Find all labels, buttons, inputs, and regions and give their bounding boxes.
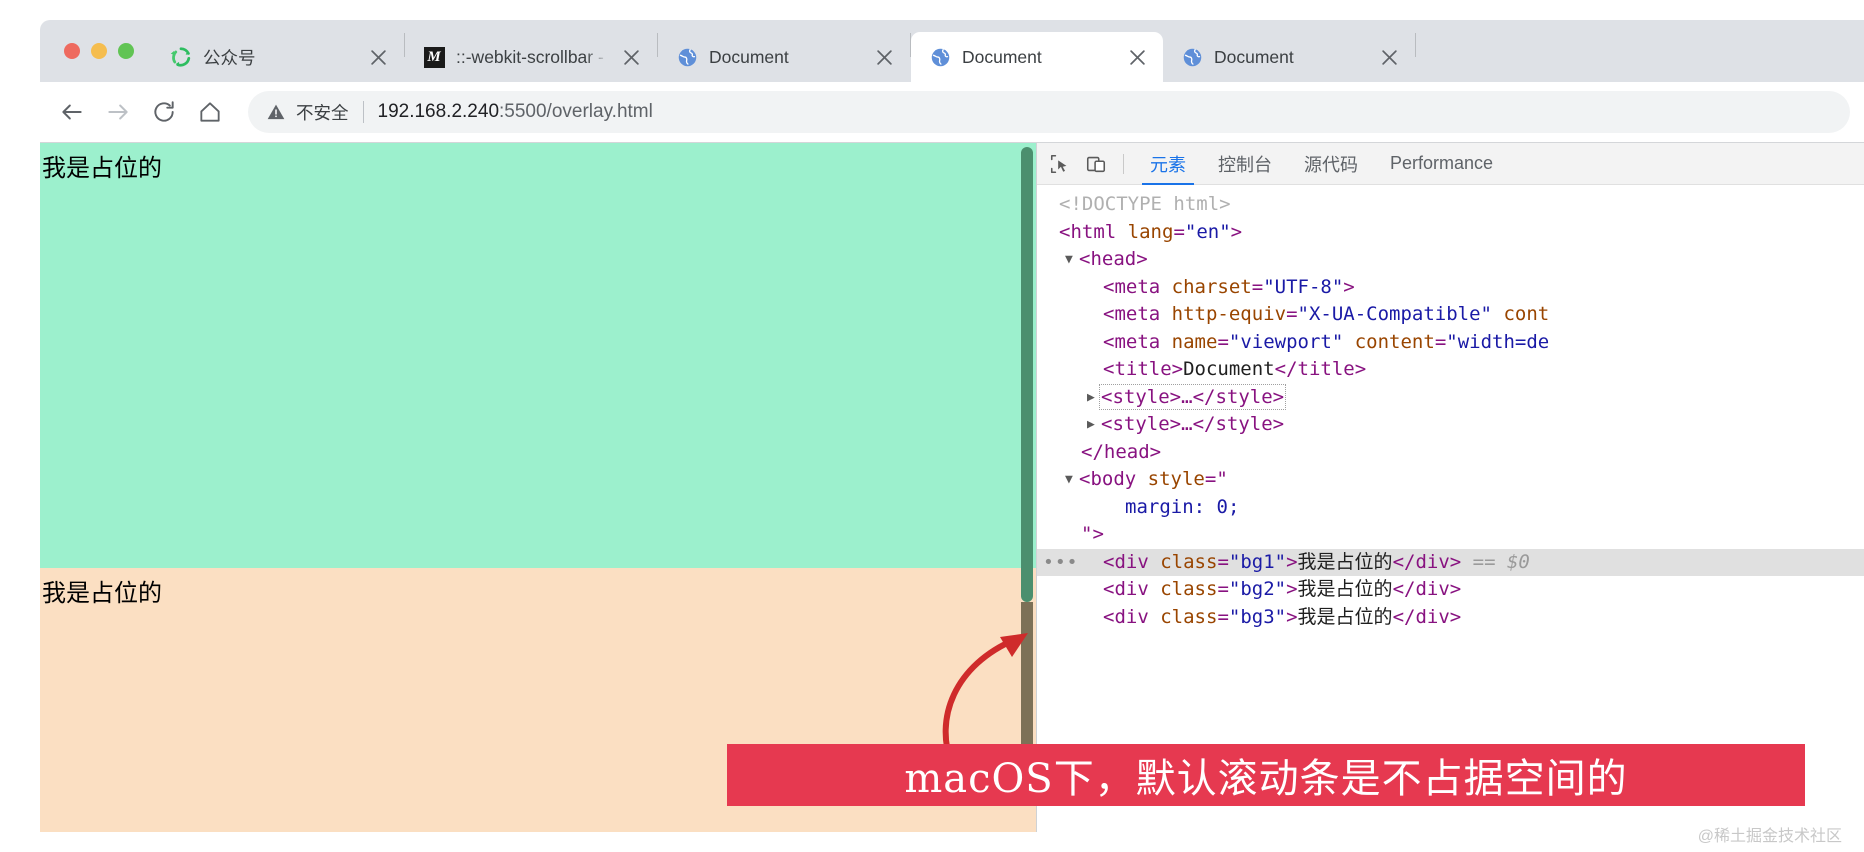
dom-row-content: margin: 0; <box>1125 495 1240 518</box>
devtools-panel: 元素 控制台 源代码 Performance <!DOCTYPE html> <h… <box>1036 143 1864 832</box>
close-window-button[interactable] <box>64 43 80 59</box>
browser-toolbar: 不安全 192.168.2.240:5500/overlay.html <box>40 82 1864 142</box>
browser-tab-4-active[interactable]: Document <box>911 32 1163 82</box>
dom-row[interactable]: <style>…</style> <box>1037 383 1864 412</box>
tab-title: 公众号 <box>203 47 256 68</box>
devtools-toolbar-divider <box>1123 153 1124 174</box>
screenshot-root: 公众号 M ::-webkit-scrollbar - C Document D… <box>0 0 1864 852</box>
globe-icon <box>929 46 951 68</box>
chevron-right-icon[interactable] <box>1087 384 1101 412</box>
globe-icon <box>1181 46 1203 68</box>
placeholder-text: 我是占位的 <box>42 580 162 607</box>
url-text: 192.168.2.240:5500/overlay.html <box>378 101 653 123</box>
tab-title: ::-webkit-scrollbar - C <box>456 46 608 67</box>
chevron-down-icon[interactable] <box>1065 466 1079 494</box>
devtools-toolbar: 元素 控制台 源代码 Performance <box>1037 143 1864 185</box>
rendered-page: 我是占位的 我是占位的 <box>40 143 1036 832</box>
annotation-banner-text: macOS下，默认滚动条是不占据空间的 <box>904 756 1628 802</box>
tab-title: Document <box>1214 46 1294 67</box>
dom-row-content: <div class="bg3">我是占位的</div> <box>1103 605 1462 628</box>
dom-row-content: <style>…</style> <box>1098 383 1287 410</box>
url-path: :5500/overlay.html <box>499 101 653 122</box>
m-dark-icon: M <box>423 46 445 68</box>
warning-triangle-icon <box>266 102 286 122</box>
browser-window: 公众号 M ::-webkit-scrollbar - C Document D… <box>40 20 1864 832</box>
browser-tab-1[interactable]: 公众号 <box>152 32 404 82</box>
forward-button[interactable] <box>96 90 140 134</box>
recycle-green-icon <box>170 46 192 68</box>
tab-separator <box>1415 33 1416 57</box>
tab-sources[interactable]: 源代码 <box>1288 143 1374 185</box>
tab-elements[interactable]: 元素 <box>1134 143 1202 185</box>
tab-title: Document <box>962 46 1042 67</box>
dom-row-content: <head> <box>1079 248 1148 270</box>
dom-row[interactable]: <div class="bg3">我是占位的</div> <box>1037 604 1864 632</box>
scrollbar-thumb[interactable] <box>1021 147 1033 602</box>
dom-row[interactable]: <meta http-equiv="X-UA-Compatible" cont <box>1037 301 1864 329</box>
dom-row-content: "> <box>1081 523 1104 545</box>
home-button[interactable] <box>188 90 232 134</box>
device-toolbar-icon[interactable] <box>1079 147 1113 181</box>
dom-row[interactable]: <style>…</style> <box>1037 411 1864 439</box>
tab-list: 公众号 M ::-webkit-scrollbar - C Document D… <box>152 20 1864 82</box>
dom-row-content: <div class="bg1">我是占位的</div> == $0 <box>1103 550 1530 573</box>
security-status-label: 不安全 <box>296 102 349 123</box>
dom-tree[interactable]: <!DOCTYPE html> <html lang="en"> <head> <me… <box>1037 185 1864 832</box>
dom-row[interactable]: <title>Document</title> <box>1037 356 1864 384</box>
close-tab-icon[interactable] <box>1377 45 1401 69</box>
tab-strip: 公众号 M ::-webkit-scrollbar - C Document D… <box>40 20 1864 82</box>
tab-console[interactable]: 控制台 <box>1202 143 1288 185</box>
inspect-element-icon[interactable] <box>1043 147 1077 181</box>
reload-button[interactable] <box>142 90 186 134</box>
dom-row[interactable]: <div class="bg2">我是占位的</div> <box>1037 576 1864 604</box>
dom-row-content: </head> <box>1081 440 1162 463</box>
dom-row-content: <style>…</style> <box>1101 413 1285 435</box>
maximize-window-button[interactable] <box>118 43 134 59</box>
dom-row-ellipsis-icon[interactable]: ••• <box>1043 549 1079 577</box>
browser-tab-5[interactable]: Document <box>1163 32 1415 82</box>
dom-row[interactable]: </head> <box>1037 439 1864 467</box>
dom-row-content: <meta http-equiv="X-UA-Compatible" cont <box>1103 303 1550 325</box>
devtools-tab-list: 元素 控制台 源代码 Performance <box>1134 143 1509 185</box>
placeholder-text: 我是占位的 <box>42 155 162 182</box>
omnibox-divider <box>362 101 364 123</box>
close-tab-icon[interactable] <box>1125 45 1149 69</box>
dom-row[interactable]: <html lang="en"> <box>1037 219 1864 247</box>
dom-row-content: <div class="bg2">我是占位的</div> <box>1103 578 1462 600</box>
dom-row-content: <meta name="viewport" content="width=de <box>1103 330 1550 353</box>
dom-row[interactable]: "> <box>1037 521 1864 549</box>
dom-row[interactable]: <!DOCTYPE html> <box>1037 191 1864 219</box>
window-traffic-lights <box>40 20 152 82</box>
chevron-right-icon[interactable] <box>1087 411 1101 439</box>
dom-row-content: <body style=" <box>1079 468 1228 490</box>
dom-row[interactable]: <body style=" <box>1037 466 1864 494</box>
chevron-down-icon[interactable] <box>1065 246 1079 274</box>
dom-row-content: <meta charset="UTF-8"> <box>1103 275 1355 298</box>
back-button[interactable] <box>50 90 94 134</box>
dom-row[interactable]: <meta charset="UTF-8"> <box>1037 274 1864 302</box>
close-tab-icon[interactable] <box>872 45 896 69</box>
dom-row[interactable]: <head> <box>1037 246 1864 274</box>
tab-performance[interactable]: Performance <box>1374 143 1509 185</box>
watermark-text: @稀土掘金技术社区 <box>1697 828 1842 845</box>
url-host: 192.168.2.240 <box>377 101 500 122</box>
browser-tab-3[interactable]: Document <box>658 32 910 82</box>
browser-tab-2[interactable]: M ::-webkit-scrollbar - C <box>405 32 657 82</box>
close-tab-icon[interactable] <box>366 45 390 69</box>
page-scrollbar[interactable] <box>1018 143 1036 832</box>
annotation-banner: macOS下，默认滚动条是不占据空间的 <box>727 744 1805 806</box>
dom-row[interactable]: <meta name="viewport" content="width=de <box>1037 329 1864 357</box>
dom-row-content: <!DOCTYPE html> <box>1059 193 1231 215</box>
page-block-bg1: 我是占位的 <box>40 143 1036 568</box>
dom-row-selected[interactable]: ••• <div class="bg1">我是占位的</div> == $0 <box>1037 548 1864 577</box>
dom-row[interactable]: margin: 0; <box>1037 494 1864 522</box>
close-tab-icon[interactable] <box>619 45 643 69</box>
dom-row-content: <title>Document</title> <box>1103 358 1367 380</box>
globe-icon <box>676 46 698 68</box>
minimize-window-button[interactable] <box>91 43 107 59</box>
address-bar[interactable]: 不安全 192.168.2.240:5500/overlay.html <box>248 91 1850 133</box>
tab-title: Document <box>709 46 789 67</box>
dom-row-content: <html lang="en"> <box>1059 220 1243 243</box>
browser-viewport: 我是占位的 我是占位的 元素 控制台 源代码 Performance <!DOC… <box>40 142 1864 832</box>
